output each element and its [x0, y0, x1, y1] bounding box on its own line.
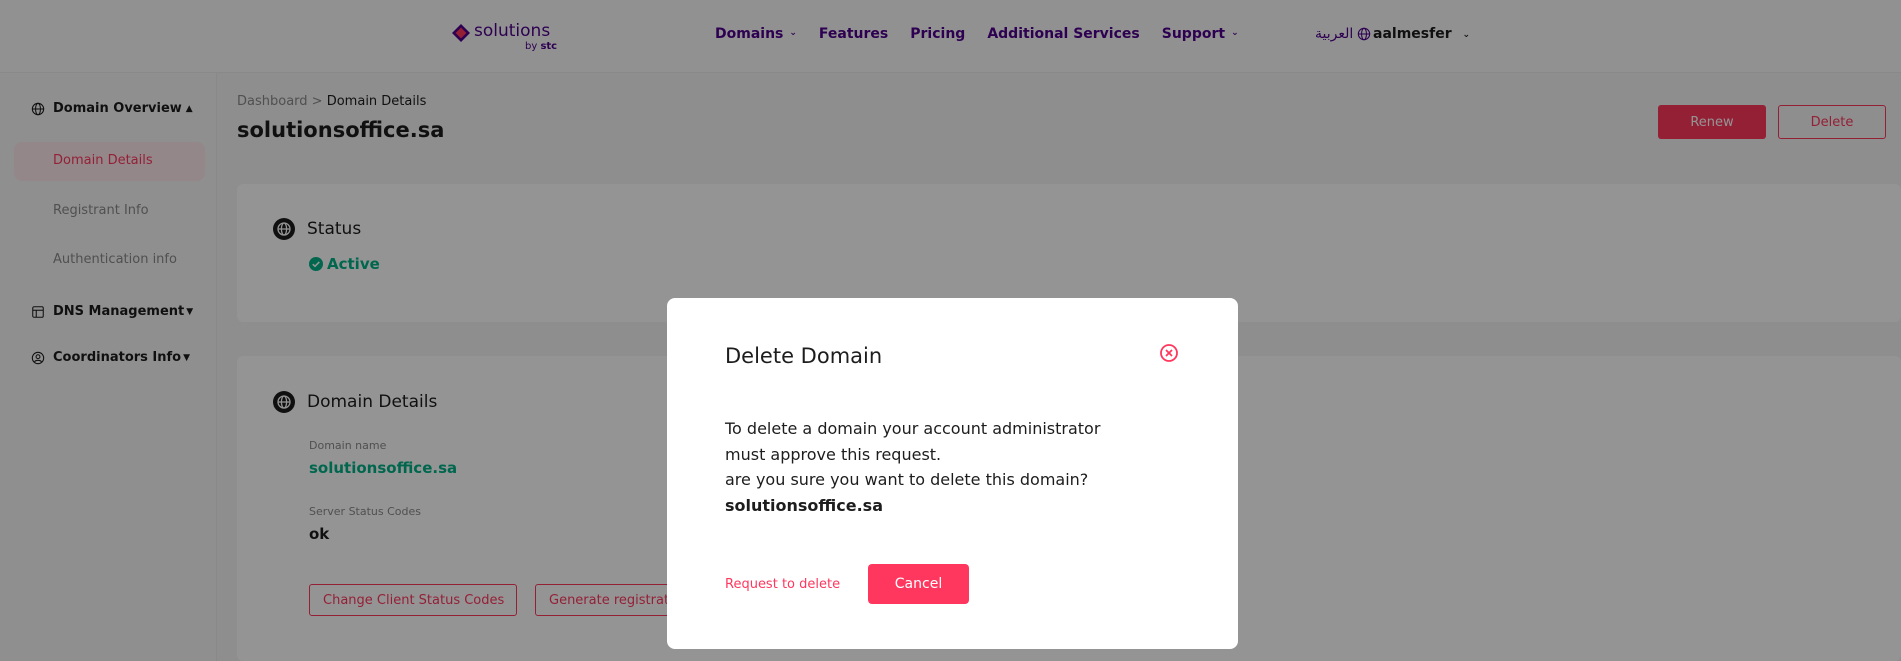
- close-circle-icon[interactable]: [1159, 343, 1179, 363]
- cancel-button[interactable]: Cancel: [868, 564, 969, 604]
- modal-message-line2: are you sure you want to delete this dom…: [725, 470, 1089, 489]
- modal-message: To delete a domain your account administ…: [725, 416, 1145, 518]
- modal-domain: solutionsoffice.sa: [725, 495, 883, 515]
- delete-domain-modal: Delete Domain To delete a domain your ac…: [667, 298, 1238, 649]
- modal-title: Delete Domain: [725, 344, 883, 368]
- modal-message-line1: To delete a domain your account administ…: [725, 419, 1101, 464]
- request-to-delete-button[interactable]: Request to delete: [725, 564, 840, 604]
